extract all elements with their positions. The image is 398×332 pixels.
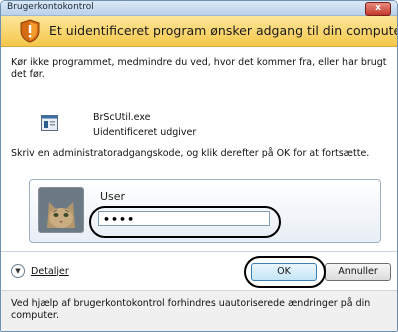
credential-panel: User •••• [29,179,381,243]
instruction-text: Skriv en administratoradgangskode, og kl… [11,148,370,159]
close-button[interactable]: x [365,2,391,16]
avatar [38,187,84,233]
chevron-down-icon: ▼ [11,264,25,278]
warning-message: Kør ikke programmet, medmindre du ved, h… [11,57,387,80]
cat-picture-icon [39,188,83,232]
username-label: User [100,190,126,203]
divider [1,251,397,252]
program-name: BrScUtil.exe [93,112,151,123]
banner-text: Et uidentificeret program ønsker adgang … [49,23,398,38]
details-toggle[interactable]: ▼ Detaljer [11,264,69,278]
window-title: Brugerkontokontrol [7,2,94,12]
close-icon: x [375,3,381,13]
details-label: Detaljer [31,265,69,277]
uac-dialog: Brugerkontokontrol x Et uidentificeret p… [0,0,398,332]
shield-warning-icon [20,19,40,43]
ok-button[interactable]: OK [251,263,317,281]
password-field[interactable]: •••• [98,211,270,226]
publisher-label: Uidentificeret udgiver [93,127,197,138]
title-bar: Brugerkontokontrol x [1,1,397,16]
warning-banner: Et uidentificeret program ønsker adgang … [1,16,397,47]
cancel-button[interactable]: Annuller [325,263,391,281]
program-icon [41,115,58,131]
footer-info-text: Ved hjælp af brugerkontokontrol forhindr… [11,298,371,321]
footer-info-bar: Ved hjælp af brugerkontokontrol forhindr… [1,290,397,331]
